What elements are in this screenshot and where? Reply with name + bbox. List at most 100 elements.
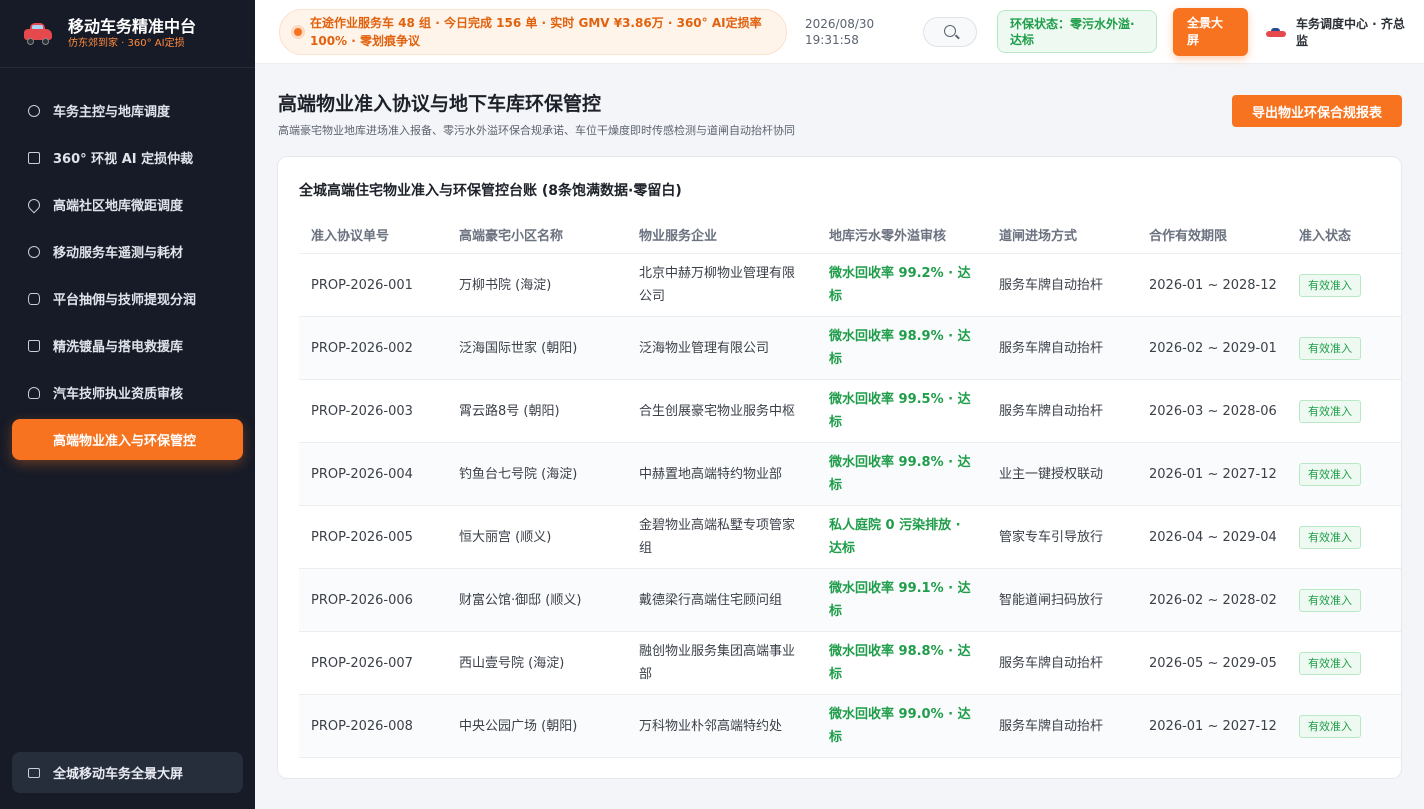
table-row[interactable]: PROP-2026-004 钓鱼台七号院 (海淀) 中赫置地高端特约物业部 微水…	[299, 443, 1401, 506]
panorama-screen-button[interactable]: 全城移动车务全景大屏	[12, 752, 243, 793]
sidebar-item-label: 高端物业准入与环保管控	[53, 434, 197, 449]
status-badge: 有效准入	[1299, 336, 1361, 360]
search-button[interactable]	[923, 17, 977, 47]
validity-period: 2026-01 ~ 2028-12	[1149, 277, 1277, 293]
validity-period: 2026-03 ~ 2028-06	[1149, 403, 1277, 419]
property-company: 中赫置地高端特约物业部	[639, 466, 783, 482]
property-company: 金碧物业高端私墅专项管家组	[639, 518, 796, 556]
wastewater-audit: 微水回收率 98.9% · 达标	[829, 329, 971, 367]
gate-entry-method: 服务车牌自动抬杆	[999, 655, 1104, 671]
agreement-id: PROP-2026-007	[311, 655, 413, 671]
sidebar-item-label: 精洗镀晶与搭电救援库	[53, 340, 184, 355]
dashboard-icon	[28, 104, 40, 117]
current-time: 19:31:58	[805, 33, 859, 47]
property-company: 戴德梁行高端住宅顾问组	[639, 592, 783, 608]
user-name: 车务调度中心 · 齐总监	[1296, 17, 1405, 48]
eco-status-badge: 环保状态：零污水外溢·达标	[997, 10, 1157, 53]
current-date: 2026/08/30	[805, 17, 875, 31]
brand: 移动车务精准中台 仿东郊到家 · 360° AI定损	[0, 0, 255, 68]
wastewater-audit: 微水回收率 99.0% · 达标	[829, 707, 971, 745]
column-header: 准入协议单号	[311, 229, 390, 244]
sidebar-item-dispatch[interactable]: 车务主控与地库调度	[12, 90, 243, 131]
wastewater-audit: 微水回收率 99.2% · 达标	[829, 266, 971, 304]
community-name: 西山壹号院 (海淀)	[459, 655, 565, 671]
property-company: 合生创展豪宅物业服务中枢	[639, 403, 796, 419]
sidebar-item-technician-review[interactable]: 汽车技师执业资质审核	[12, 372, 243, 413]
sidebar-item-label: 车务主控与地库调度	[53, 105, 171, 120]
wastewater-audit: 私人庭院 0 污染排放 · 达标	[829, 518, 961, 556]
agreement-id: PROP-2026-004	[311, 466, 413, 482]
ledger-card: 全城高端住宅物业准入与环保管控台账 (8条饱满数据·零留白) 准入协议单号 高端…	[277, 156, 1402, 779]
table-row[interactable]: PROP-2026-008 中央公园广场 (朝阳) 万科物业朴邻高端特约处 微水…	[299, 695, 1401, 758]
community-name: 财富公馆·御邸 (顺义)	[459, 592, 582, 608]
community-name: 霄云路8号 (朝阳)	[459, 403, 560, 419]
status-badge: 有效准入	[1299, 714, 1361, 738]
property-company: 万科物业朴邻高端特约处	[639, 718, 783, 734]
table-row[interactable]: PROP-2026-002 泛海国际世家 (朝阳) 泛海物业管理有限公司 微水回…	[299, 317, 1401, 380]
sidebar-item-label: 平台抽佣与技师提现分润	[53, 293, 197, 308]
gate-entry-method: 服务车牌自动抬杆	[999, 403, 1104, 419]
wastewater-audit: 微水回收率 98.8% · 达标	[829, 644, 971, 682]
community-name: 泛海国际世家 (朝阳)	[459, 340, 578, 356]
column-header: 地库污水零外溢审核	[829, 229, 947, 244]
wastewater-audit: 微水回收率 99.5% · 达标	[829, 392, 971, 430]
validity-period: 2026-02 ~ 2028-02	[1149, 592, 1277, 608]
validity-period: 2026-01 ~ 2027-12	[1149, 466, 1277, 482]
sidebar-item-telemetry[interactable]: 移动服务车遥测与耗材	[12, 231, 243, 272]
property-company: 融创物业服务集团高端事业部	[639, 644, 796, 682]
sidebar-item-property-access[interactable]: 高端物业准入与环保管控	[12, 419, 243, 460]
table-row[interactable]: PROP-2026-006 财富公馆·御邸 (顺义) 戴德梁行高端住宅顾问组 微…	[299, 569, 1401, 632]
agreement-id: PROP-2026-008	[311, 718, 413, 734]
column-header: 道闸进场方式	[999, 229, 1078, 244]
sidebar-item-label: 高端社区地库微距调度	[53, 199, 184, 214]
datetime: 2026/08/30 19:31:58	[805, 16, 874, 48]
database-icon	[28, 292, 40, 305]
page-title: 高端物业准入协议与地下车库环保管控	[278, 93, 602, 115]
user-menu[interactable]: 车务调度中心 · 齐总监	[1266, 16, 1406, 50]
brand-title: 移动车务精准中台	[68, 16, 197, 36]
gear-icon	[28, 245, 40, 258]
user-icon	[28, 386, 40, 399]
sidebar-item-community-dispatch[interactable]: 高端社区地库微距调度	[12, 184, 243, 225]
gate-entry-method: 智能道闸扫码放行	[999, 592, 1104, 608]
avatar	[1266, 27, 1286, 39]
status-badge: 有效准入	[1299, 525, 1361, 549]
agreement-id: PROP-2026-002	[311, 340, 413, 356]
table-row[interactable]: PROP-2026-005 恒大丽宫 (顺义) 金碧物业高端私墅专项管家组 私人…	[299, 506, 1401, 569]
table-body: PROP-2026-001 万柳书院 (海淀) 北京中赫万柳物业管理有限公司 微…	[299, 254, 1401, 758]
table-row[interactable]: PROP-2026-003 霄云路8号 (朝阳) 合生创展豪宅物业服务中枢 微水…	[299, 380, 1401, 443]
table-header: 准入协议单号 高端豪宅小区名称 物业服务企业 地库污水零外溢审核 道闸进场方式 …	[299, 216, 1401, 254]
sidebar-item-commission[interactable]: 平台抽佣与技师提现分润	[12, 278, 243, 319]
gate-entry-method: 管家专车引导放行	[999, 529, 1104, 545]
property-company: 泛海物业管理有限公司	[639, 340, 770, 356]
sidebar-item-label: 移动服务车遥测与耗材	[53, 246, 184, 261]
sidebar-item-label: 汽车技师执业资质审核	[53, 387, 184, 402]
table-row[interactable]: PROP-2026-007 西山壹号院 (海淀) 融创物业服务集团高端事业部 微…	[299, 632, 1401, 695]
sidebar: 移动车务精准中台 仿东郊到家 · 360° AI定损 车务主控与地库调度 360…	[0, 0, 255, 809]
sidebar-item-detailing[interactable]: 精洗镀晶与搭电救援库	[12, 325, 243, 366]
community-name: 万柳书院 (海淀)	[459, 277, 552, 293]
monitor-icon	[28, 767, 40, 778]
validity-period: 2026-05 ~ 2029-05	[1149, 655, 1277, 671]
export-report-button[interactable]: 导出物业环保合规报表	[1232, 95, 1402, 127]
ticker-text: 在途作业服务车 48 组 · 今日完成 156 单 · 实时 GMV ¥3.86…	[310, 16, 762, 48]
column-header: 合作有效期限	[1149, 229, 1228, 244]
table-row[interactable]: PROP-2026-001 万柳书院 (海淀) 北京中赫万柳物业管理有限公司 微…	[299, 254, 1401, 317]
page-subtitle: 高端豪宅物业地库进场准入报备、零污水外溢环保合规承诺、车位干燥度即时传感检测与道…	[278, 124, 795, 137]
location-pin-icon	[25, 196, 43, 213]
brand-subtitle: 仿东郊到家 · 360° AI定损	[68, 37, 185, 49]
status-badge: 有效准入	[1299, 588, 1361, 612]
sidebar-item-ai-damage[interactable]: 360° 环视 AI 定损仲裁	[12, 137, 243, 178]
status-badge: 有效准入	[1299, 399, 1361, 423]
validity-period: 2026-01 ~ 2027-12	[1149, 718, 1277, 734]
status-badge: 有效准入	[1299, 651, 1361, 675]
status-badge: 有效准入	[1299, 273, 1361, 297]
wastewater-audit: 微水回收率 99.1% · 达标	[829, 581, 971, 619]
agreement-id: PROP-2026-003	[311, 403, 413, 419]
car-logo-icon	[24, 22, 52, 45]
gate-entry-method: 服务车牌自动抬杆	[999, 340, 1104, 356]
fullscreen-button[interactable]: 全景大屏	[1173, 8, 1248, 56]
property-company: 北京中赫万柳物业管理有限公司	[639, 266, 796, 304]
live-dot-icon	[294, 28, 302, 36]
community-name: 钓鱼台七号院 (海淀)	[459, 466, 578, 482]
